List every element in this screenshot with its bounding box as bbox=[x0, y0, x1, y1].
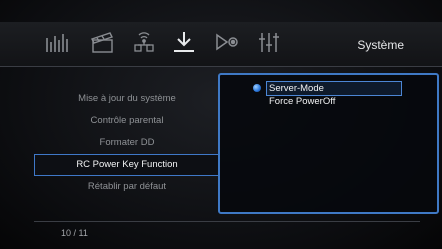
menu-item-label: Mise à jour du système bbox=[78, 93, 176, 104]
menu-item-restore-defaults[interactable]: Rétablir par défaut bbox=[34, 176, 220, 198]
selected-radio-icon bbox=[253, 84, 261, 92]
footer-divider bbox=[34, 221, 420, 222]
sliders-icon[interactable] bbox=[255, 30, 283, 54]
menu-item-label: Formater DD bbox=[99, 137, 155, 148]
menu-item-parental-control[interactable]: Contrôle parental bbox=[34, 110, 220, 132]
menu-item-format-hdd[interactable]: Formater DD bbox=[34, 132, 220, 154]
page-title: Système bbox=[357, 38, 404, 52]
menu-item-label: Contrôle parental bbox=[90, 115, 164, 126]
menu-item-label: RC Power Key Function bbox=[76, 159, 178, 170]
screen-background: Système Mise à jour du système Contrôle … bbox=[0, 0, 442, 249]
play-settings-icon[interactable] bbox=[213, 30, 241, 54]
page-indicator: 10 / 11 bbox=[61, 228, 88, 238]
movie-clapper-icon[interactable] bbox=[88, 30, 116, 54]
menu-item-label: Rétablir par défaut bbox=[87, 181, 167, 192]
menu-item-rc-power-key[interactable]: RC Power Key Function bbox=[34, 154, 220, 176]
option-server-mode[interactable]: Server-Mode bbox=[266, 81, 402, 96]
settings-menu: Mise à jour du système Contrôle parental… bbox=[34, 88, 220, 198]
menu-item-system-update[interactable]: Mise à jour du système bbox=[34, 88, 220, 110]
option-force-poweroff[interactable]: Force PowerOff bbox=[269, 95, 335, 108]
music-bars-icon[interactable] bbox=[43, 30, 71, 54]
options-panel: Server-Mode Force PowerOff bbox=[218, 73, 439, 214]
download-icon[interactable] bbox=[170, 30, 198, 54]
network-icon[interactable] bbox=[130, 30, 158, 54]
